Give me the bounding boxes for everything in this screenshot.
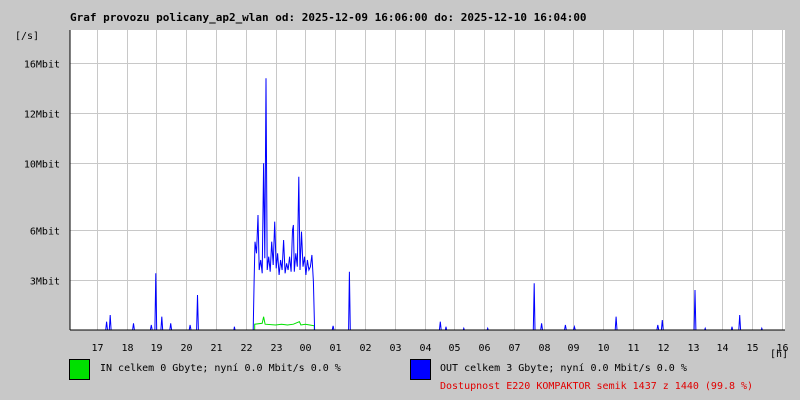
x-tick-label: 11 [627,343,639,354]
y-tick-label: 16Mbit [24,60,60,71]
legend-out-text: OUT celkem 3 Gbyte; nyní 0.0 Mbit/s 0.0 … [440,363,687,374]
x-tick-label: 20 [180,343,192,354]
x-tick-label: 07 [508,343,520,354]
legend-out-swatch [410,359,431,380]
x-tick-label: 00 [299,343,311,354]
x-tick-label: 15 [746,343,758,354]
y-tick-label: 6Mbit [30,227,60,238]
legend-in-swatch [69,359,90,380]
x-tick-label: 01 [329,343,341,354]
x-tick-label: 22 [240,343,252,354]
availability-text: Dostupnost E220 KOMPAKTOR semik 1437 z 1… [440,381,754,392]
x-tick-label: 04 [419,343,431,354]
x-tick-label: 06 [478,343,490,354]
x-tick-label: 12 [657,343,669,354]
x-tick-label: 21 [210,343,222,354]
x-tick-label: 17 [91,343,103,354]
x-tick-label: 05 [448,343,460,354]
x-tick-label: 13 [687,343,699,354]
x-tick-label: 10 [597,343,609,354]
legend-in-text: IN celkem 0 Gbyte; nyní 0.0 Mbit/s 0.0 % [100,363,341,374]
x-tick-label: 02 [359,343,371,354]
x-tick-label: 09 [567,343,579,354]
x-tick-label: 14 [716,343,728,354]
traffic-chart: 17 18 19 20 21 22 23 00 01 02 03 04 05 06 07 08 09 10 11 12… [24,30,789,354]
plot-area [70,30,785,330]
x-tick-label: 03 [389,343,401,354]
y-tick-label: 3Mbit [30,277,60,288]
x-tick-label: 18 [121,343,133,354]
y-tick-label: 12Mbit [24,110,60,121]
x-tick-label: 16 [776,343,788,354]
x-tick-label: 23 [270,343,282,354]
y-tick-label: 10Mbit [24,160,60,171]
x-tick-label: 19 [150,343,162,354]
x-tick-label: 08 [538,343,550,354]
